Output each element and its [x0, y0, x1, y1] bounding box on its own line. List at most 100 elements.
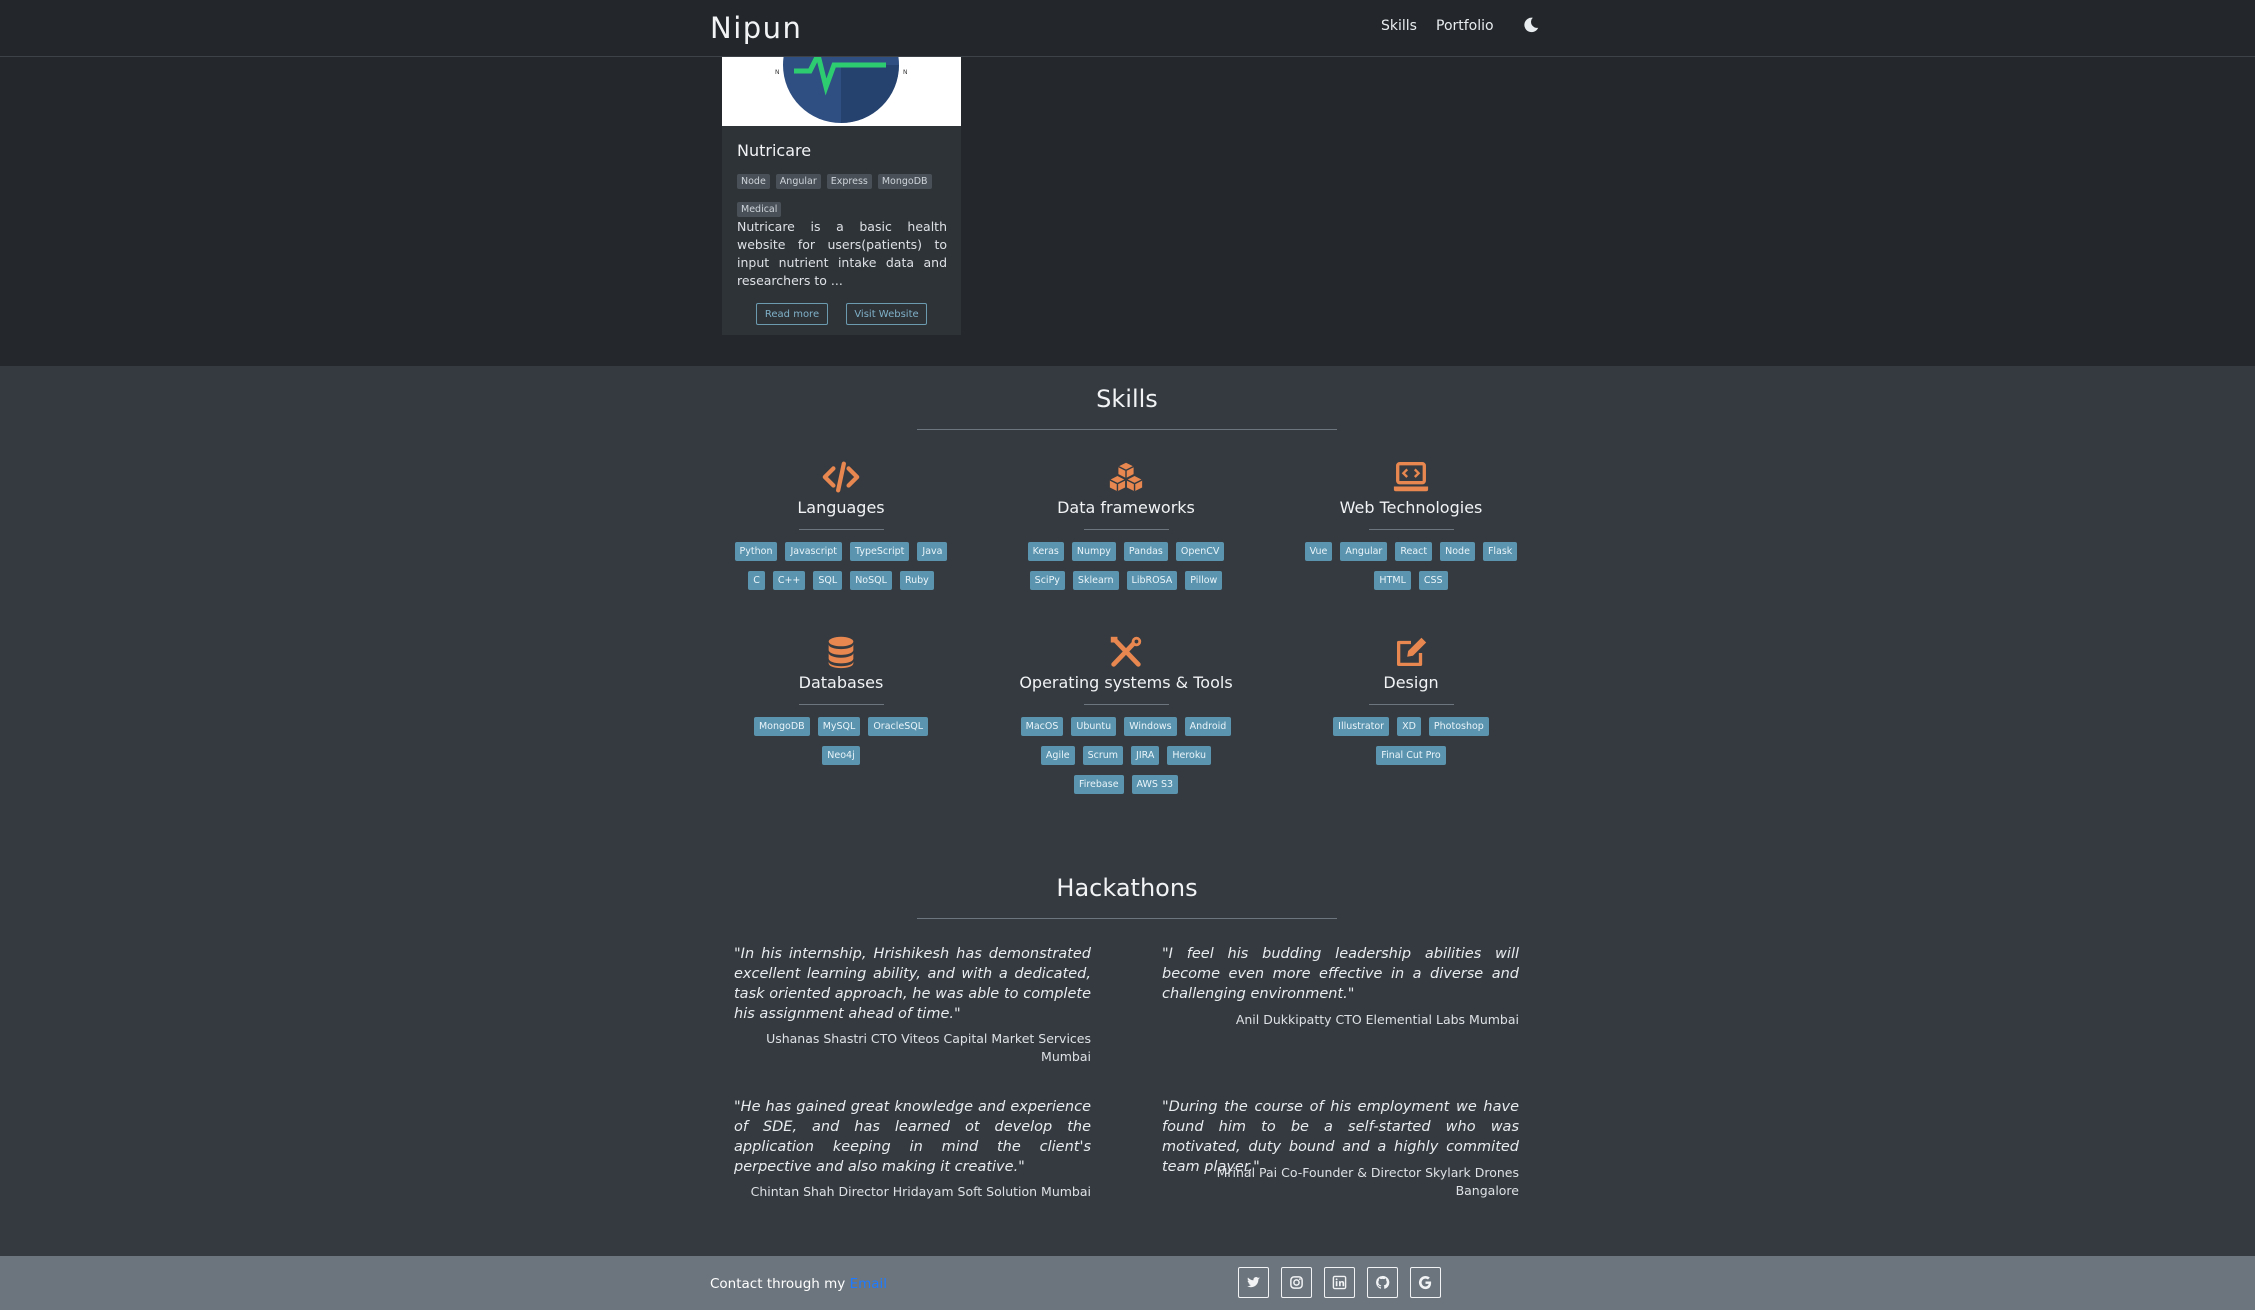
instagram-icon: [1290, 1276, 1303, 1289]
skill-chip: SciPy: [1029, 571, 1065, 590]
project-description: Nutricare is a basic health website for …: [737, 219, 947, 288]
skills-divider: [917, 429, 1337, 430]
testimonial-author: Mrinal Pai Co-Founder & Director Skylark…: [1216, 1165, 1519, 1198]
skill-chips: MacOS Ubuntu Windows Android Agile Scrum JIRA…: [996, 717, 1256, 804]
testimonial-author: Chintan Shah Director Hridayam Soft Solu…: [750, 1184, 1091, 1199]
skill-divider: [1368, 529, 1454, 530]
skill-chips: Vue Angular React Node Flask HTML CSS: [1281, 542, 1541, 600]
skill-chip: Illustrator: [1333, 717, 1390, 736]
skill-chip: Numpy: [1071, 542, 1116, 561]
project-tag: Express: [826, 174, 872, 189]
skill-chip: Pandas: [1123, 542, 1168, 561]
skill-category-name: Design: [1383, 673, 1439, 692]
skill-chips: Illustrator XD Photoshop Final Cut Pro: [1281, 717, 1541, 775]
portfolio-section: N N Nutricare Node Angular Express MongoDB M…: [0, 57, 2255, 366]
skill-category-data-frameworks: Data frameworks Keras Numpy Pandas OpenCV S…: [996, 460, 1256, 600]
skill-category-name: Languages: [797, 498, 885, 517]
skill-chip: Ubuntu: [1071, 717, 1117, 736]
skill-divider: [798, 704, 884, 705]
edit-icon: [1396, 637, 1427, 667]
skill-chip: C: [748, 571, 765, 590]
skill-chip: OpenCV: [1175, 542, 1225, 561]
hackathons-title: Hackathons: [1056, 874, 1198, 902]
project-tag: Medical: [737, 202, 782, 217]
skill-category-web-technologies: Web Technologies Vue Angular React Node Flas…: [1281, 460, 1541, 600]
skill-category-design: Design Illustrator XD Photoshop Final Cut …: [1281, 635, 1541, 775]
project-tag: MongoDB: [877, 174, 932, 189]
testimonial-author: Anil Dukkipatty CTO Elemential Labs Mumb…: [1235, 1012, 1519, 1027]
footer: Contact through my Email: [0, 1256, 2255, 1310]
twitter-button[interactable]: [1238, 1267, 1269, 1298]
project-tag: Node: [737, 174, 770, 189]
skill-chip: Photoshop: [1428, 717, 1489, 736]
skill-chip: MySQL: [817, 717, 861, 736]
skill-chip: Keras: [1027, 542, 1064, 561]
database-icon: [828, 636, 854, 669]
skill-chip: Pillow: [1185, 571, 1223, 590]
cubes-icon: [1109, 462, 1143, 492]
visit-website-button[interactable]: Visit Website: [846, 303, 927, 325]
moon-icon[interactable]: [1522, 16, 1540, 34]
nav-link-skills[interactable]: Skills: [1381, 18, 1417, 34]
skill-chip: SQL: [813, 571, 843, 590]
hackathons-divider: [917, 918, 1337, 919]
github-button[interactable]: [1367, 1267, 1398, 1298]
skill-category-name: Data frameworks: [1057, 498, 1195, 517]
contact-prefix: Contact through my: [710, 1276, 850, 1292]
skill-category-name: Operating systems & Tools: [1019, 673, 1233, 692]
skill-divider: [1368, 704, 1454, 705]
skill-chip: LibROSA: [1126, 571, 1178, 590]
nav-link-portfolio[interactable]: Portfolio: [1436, 18, 1494, 34]
skill-chip: AWS S3: [1131, 775, 1179, 794]
skill-chip: Android: [1184, 717, 1232, 736]
skill-chip: Sklearn: [1072, 571, 1119, 590]
skill-chips: Python Javascript TypeScript Java C C++ SQL No…: [711, 542, 971, 600]
instagram-button[interactable]: [1281, 1267, 1312, 1298]
skill-chip: MongoDB: [753, 717, 810, 736]
skills-title: Skills: [1096, 385, 1158, 413]
skill-chip: Vue: [1304, 542, 1333, 561]
nutricare-logo-icon: N N: [775, 57, 908, 123]
linkedin-button[interactable]: [1324, 1267, 1355, 1298]
contact-text: Contact through my Email: [710, 1276, 887, 1292]
skill-chip: XD: [1397, 717, 1421, 736]
brand-logo[interactable]: Nipun: [710, 11, 802, 45]
skill-chip: MacOS: [1020, 717, 1064, 736]
testimonial-quote: "I feel his budding leadership abilities…: [1162, 946, 1519, 1002]
skill-category-databases: Databases MongoDB MySQL OracleSQL Neo4j: [711, 635, 971, 775]
skill-chip: TypeScript: [850, 542, 910, 561]
tools-icon: [1110, 636, 1142, 667]
skill-category-languages: Languages Python Javascript TypeScript Java…: [711, 460, 971, 600]
skill-chips: Keras Numpy Pandas OpenCV SciPy Sklearn LibRO…: [996, 542, 1256, 600]
skill-chip: Firebase: [1073, 775, 1124, 794]
skill-chip: Agile: [1040, 746, 1075, 765]
skill-chip: JIRA: [1131, 746, 1160, 765]
skill-chip: Ruby: [899, 571, 934, 590]
skill-chip: Heroku: [1167, 746, 1212, 765]
email-link[interactable]: Email: [850, 1276, 887, 1292]
skill-chip: Node: [1440, 542, 1475, 561]
linkedin-icon: [1332, 1275, 1347, 1290]
svg-text:N: N: [903, 69, 908, 76]
project-title: Nutricare: [737, 141, 812, 160]
project-image: N N: [722, 57, 961, 126]
skill-chip: CSS: [1418, 571, 1448, 590]
skill-divider: [798, 529, 884, 530]
google-button[interactable]: [1410, 1267, 1441, 1298]
skill-chip: Neo4j: [822, 746, 860, 765]
github-icon: [1376, 1275, 1390, 1289]
project-tag: Angular: [775, 174, 821, 189]
testimonial-author: Ushanas Shastri CTO Viteos Capital Marke…: [766, 1031, 1091, 1064]
skill-divider: [1083, 529, 1169, 530]
testimonial-quote: "In his internship, Hrishikesh has demon…: [734, 946, 1091, 1022]
svg-text:N: N: [775, 69, 780, 76]
skill-chip: HTML: [1374, 571, 1411, 590]
skill-chip: C++: [772, 571, 806, 590]
read-more-button[interactable]: Read more: [756, 303, 828, 325]
navbar: Nipun Skills Portfolio: [0, 0, 2255, 57]
skill-chip: Python: [734, 542, 778, 561]
skill-chip: Javascript: [785, 542, 843, 561]
google-icon: [1418, 1276, 1432, 1290]
skill-chip: Windows: [1124, 717, 1177, 736]
skill-category-name: Databases: [798, 673, 884, 692]
